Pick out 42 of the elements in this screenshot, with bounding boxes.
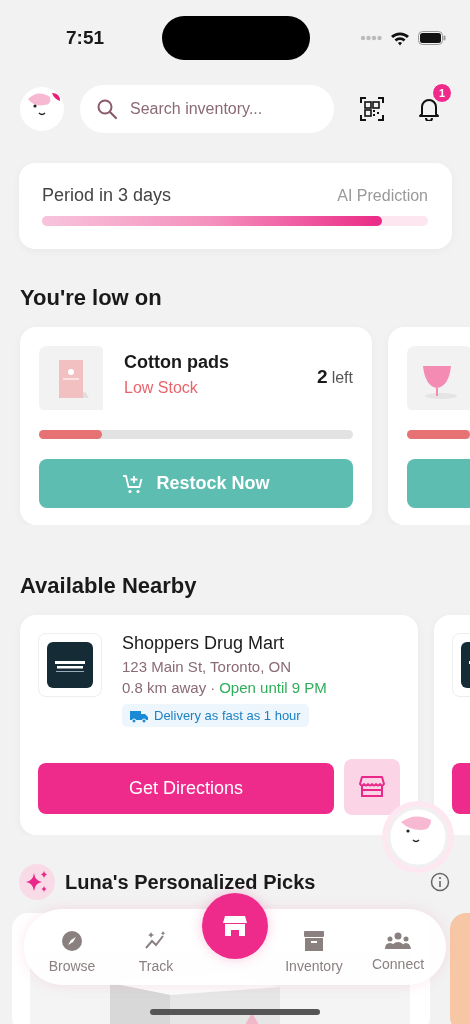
separator-dot: · [210, 679, 216, 696]
restock-button[interactable]: Restock Now [39, 459, 353, 508]
directions-button[interactable]: Get Directions [38, 763, 335, 814]
store-hours: Open until 9 PM [219, 679, 327, 696]
mascot-avatar-icon[interactable] [20, 87, 64, 131]
compass-icon [61, 929, 83, 952]
delivery-text: Delivery as fast as 1 hour [154, 708, 301, 723]
info-icon[interactable] [430, 872, 450, 892]
stock-status: Low Stock [124, 379, 199, 397]
product-name: Cotton pads [124, 352, 229, 373]
store-address: 123 Main St, Toronto, ON [122, 658, 292, 675]
sparkle-icon [19, 864, 55, 900]
store-logo-icon [47, 642, 93, 688]
storefront-icon [223, 915, 247, 937]
notification-badge: 1 [432, 83, 452, 103]
qr-scan-icon[interactable] [360, 97, 384, 121]
store-tab[interactable] [202, 893, 268, 959]
storefront-icon [359, 775, 386, 799]
nav-tab[interactable]: Track [118, 919, 194, 975]
bell-icon[interactable] [418, 97, 440, 121]
truck-icon [130, 708, 148, 723]
store-button[interactable] [344, 759, 400, 815]
archive-box-icon [303, 929, 325, 952]
period-title: Period in 3 days [42, 185, 172, 206]
nav-tab[interactable]: Inventory [276, 919, 352, 975]
nav-tab[interactable]: Connect [360, 921, 436, 973]
nav-tab[interactable]: Browse [34, 919, 110, 975]
store-name: Shoppers Drug Mart [122, 633, 286, 654]
status-time: 7:51 [66, 27, 106, 49]
section-title: Luna's Personalized Picks [65, 870, 316, 894]
section-title: Available Nearby [20, 572, 198, 600]
signal-icon [360, 35, 382, 41]
people-icon [385, 931, 411, 950]
cart-add-icon [122, 472, 145, 495]
stock-unit: left [331, 369, 353, 387]
wifi-icon [390, 30, 410, 46]
store-distance: 0.8 km away [122, 679, 207, 696]
battery-icon [418, 31, 446, 45]
search-field[interactable]: Search inventory... [80, 85, 334, 133]
prediction-label: AI Prediction [337, 186, 428, 205]
stock-count: 2 [317, 366, 328, 388]
section-title: You're low on [20, 284, 163, 312]
